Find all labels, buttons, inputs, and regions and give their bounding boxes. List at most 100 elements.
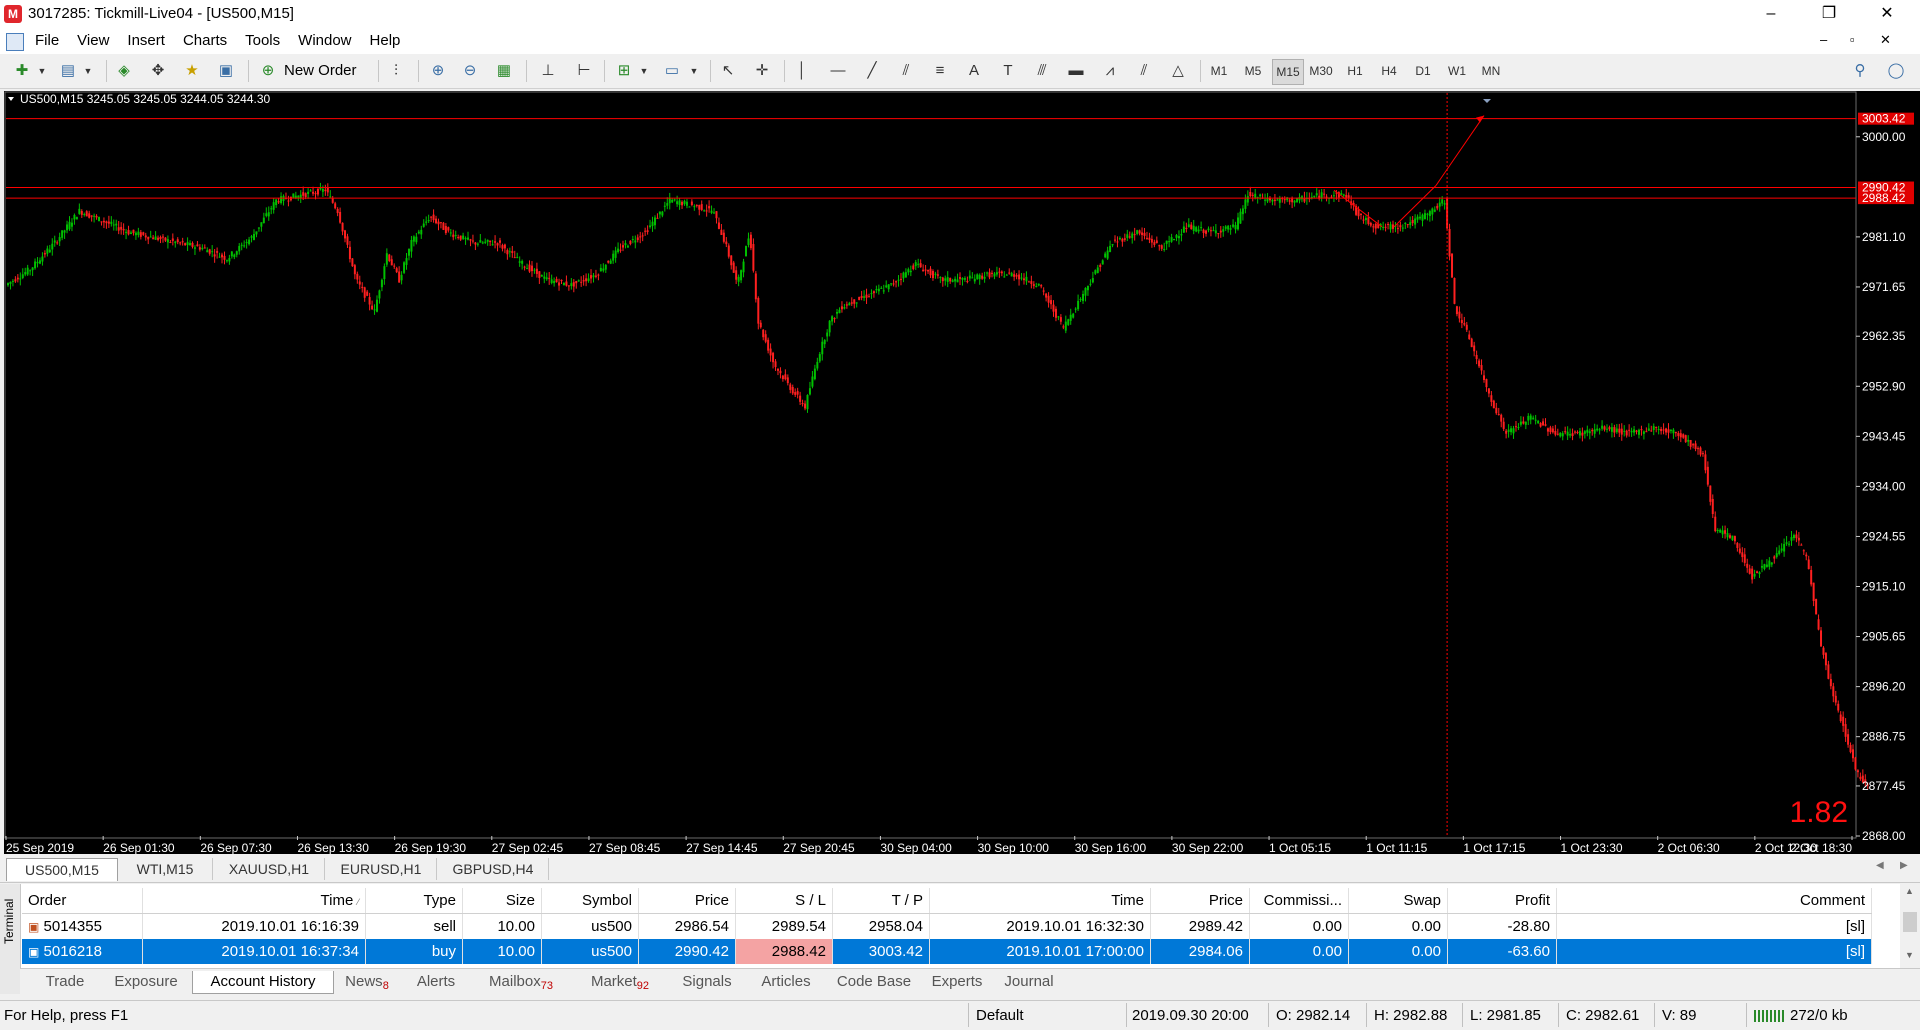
fibonacci-icon[interactable]: ≡ (928, 59, 952, 83)
terminal-tab-articles[interactable]: Articles (746, 971, 826, 993)
timeframe-h4[interactable]: H4 (1374, 59, 1404, 83)
col-order[interactable]: Order (22, 888, 143, 914)
new-chart-dropdown-icon[interactable]: ▼ (30, 59, 54, 83)
chart-tab-xauusd[interactable]: XAUUSD,H1 (214, 858, 325, 880)
terminal-tab-alerts[interactable]: Alerts (402, 971, 470, 993)
close-button[interactable]: ✕ (1864, 0, 1910, 28)
menu-charts[interactable]: Charts (174, 28, 236, 54)
col-open-price[interactable]: Price (638, 888, 736, 914)
templates-icon[interactable]: ▭ (660, 59, 684, 83)
indicators-dropdown-icon[interactable]: ▼ (632, 59, 656, 83)
menu-insert[interactable]: Insert (118, 28, 174, 54)
terminal-tab-journal[interactable]: Journal (992, 971, 1066, 993)
timeframe-h1[interactable]: H1 (1340, 59, 1370, 83)
col-type[interactable]: Type (365, 888, 463, 914)
col-commission[interactable]: Commissi... (1249, 888, 1349, 914)
cursor-icon[interactable]: ↖ (716, 59, 740, 83)
col-open-time[interactable]: Time ⁄ (142, 888, 366, 914)
search-icon[interactable]: ⚲ (1848, 59, 1872, 83)
col-comment[interactable]: Comment (1556, 888, 1872, 914)
tabs-scroll-left-icon[interactable]: ◀ (1876, 860, 1884, 871)
channels-icon[interactable]: ⫽ (1132, 59, 1156, 83)
table-row[interactable]: ▣ 5014355 2019.10.01 16:16:39 sell 10.00… (22, 913, 1872, 939)
timeframe-m1[interactable]: M1 (1204, 59, 1234, 83)
timeframe-mn[interactable]: MN (1476, 59, 1506, 83)
col-profit[interactable]: Profit (1447, 888, 1557, 914)
chat-icon[interactable]: ◯ (1884, 59, 1908, 83)
tile-windows-icon[interactable]: ▦ (492, 59, 516, 83)
new-order-button[interactable]: New Order (284, 62, 357, 79)
text-label-icon[interactable]: T (996, 59, 1020, 83)
timeframe-m30[interactable]: M30 (1306, 59, 1336, 83)
text-tool-icon[interactable]: A (962, 59, 986, 83)
horizontal-line-icon[interactable]: ― (826, 59, 850, 83)
menu-tools[interactable]: Tools (236, 28, 289, 54)
crosshair-icon[interactable]: ✛ (750, 59, 774, 83)
mdi-restore-button[interactable]: ▫ (1850, 32, 1855, 47)
templates-dropdown-icon[interactable]: ▼ (682, 59, 706, 83)
elliott-wave-icon[interactable]: ⩘ (1098, 59, 1122, 83)
scroll-thumb[interactable] (1903, 912, 1917, 932)
table-row-selected[interactable]: ▣ 5016218 2019.10.01 16:37:34 buy 10.00 … (22, 939, 1872, 964)
col-symbol[interactable]: Symbol (541, 888, 639, 914)
scroll-up-icon[interactable]: ▲ (1905, 886, 1914, 896)
zoom-out-icon[interactable]: ⊖ (458, 59, 482, 83)
mdi-minimize-button[interactable]: – (1820, 32, 1827, 47)
menu-help[interactable]: Help (361, 28, 410, 54)
menu-window[interactable]: Window (289, 28, 360, 54)
vertical-scrollbar[interactable]: ▲ ▼ (1900, 884, 1920, 968)
rectangle-icon[interactable]: ▬ (1064, 59, 1088, 83)
equidistant-channel-icon[interactable]: ⫽ (894, 59, 918, 83)
data-window-icon[interactable]: ★ (180, 59, 204, 83)
candle-body (361, 286, 364, 289)
col-close-price[interactable]: Price (1150, 888, 1250, 914)
price-chart[interactable]: US500,M15 3245.05 3245.05 3244.05 3244.3… (4, 91, 1920, 854)
chart-tab-us500[interactable]: US500,M15 (6, 858, 118, 881)
col-size[interactable]: Size (462, 888, 542, 914)
restore-button[interactable]: ❐ (1806, 0, 1852, 28)
terminal-tab-market[interactable]: Market92 (572, 971, 668, 993)
market-watch-icon[interactable]: ◈ (112, 59, 136, 83)
terminal-tab-account-history[interactable]: Account History (192, 971, 334, 994)
candle-body (860, 295, 863, 298)
menu-file[interactable]: File (26, 28, 68, 54)
mdi-close-button[interactable]: ✕ (1880, 32, 1891, 48)
scroll-down-icon[interactable]: ▼ (1905, 950, 1914, 960)
chart-shift-icon[interactable]: ⊥ (536, 59, 560, 83)
chart-tab-wti[interactable]: WTI,M15 (118, 858, 213, 880)
timeframe-m5[interactable]: M5 (1238, 59, 1268, 83)
terminal-icon[interactable]: ▣ (214, 59, 238, 83)
profiles-dropdown-icon[interactable]: ▼ (76, 59, 100, 83)
terminal-tab-exposure[interactable]: Exposure (100, 971, 192, 993)
col-tp[interactable]: T / P (832, 888, 930, 914)
timeframe-d1[interactable]: D1 (1408, 59, 1438, 83)
chart-tab-eurusd[interactable]: EURUSD,H1 (326, 858, 437, 880)
col-close-time[interactable]: Time (929, 888, 1151, 914)
col-sl[interactable]: S / L (735, 888, 833, 914)
autotrading-icon[interactable]: ⫶ (384, 59, 408, 83)
col-swap[interactable]: Swap (1348, 888, 1448, 914)
tabs-scroll-right-icon[interactable]: ▶ (1900, 860, 1908, 871)
menu-view[interactable]: View (68, 28, 118, 54)
terminal-tab-news[interactable]: News8 (332, 971, 402, 993)
terminal-tab-trade[interactable]: Trade (30, 971, 100, 993)
minimize-button[interactable]: – (1748, 0, 1794, 28)
status-volume: V: 89 (1662, 1007, 1697, 1024)
timeframe-w1[interactable]: W1 (1442, 59, 1472, 83)
terminal-tab-code-base[interactable]: Code Base (826, 971, 922, 993)
navigator-icon[interactable]: ✥ (146, 59, 170, 83)
chart-tab-gbpusd[interactable]: GBPUSD,H4 (438, 858, 549, 880)
terminal-tab-experts[interactable]: Experts (922, 971, 992, 993)
fibo-fan-icon[interactable]: ⫻ (1030, 59, 1054, 83)
trendline-icon[interactable]: ╱ (860, 59, 884, 83)
timeframe-m15[interactable]: M15 (1272, 59, 1304, 85)
chart-window-icon[interactable] (6, 33, 24, 51)
shapes-icon[interactable]: △ (1166, 59, 1190, 83)
terminal-tab-signals[interactable]: Signals (668, 971, 746, 993)
zoom-in-icon[interactable]: ⊕ (426, 59, 450, 83)
terminal-tab-mailbox[interactable]: Mailbox73 (470, 971, 572, 993)
new-order-icon[interactable]: ⊕ (256, 59, 280, 83)
profile-name[interactable]: Default (976, 1007, 1024, 1024)
auto-scroll-icon[interactable]: ⊢ (572, 59, 596, 83)
vertical-line-icon[interactable]: │ (790, 59, 814, 83)
